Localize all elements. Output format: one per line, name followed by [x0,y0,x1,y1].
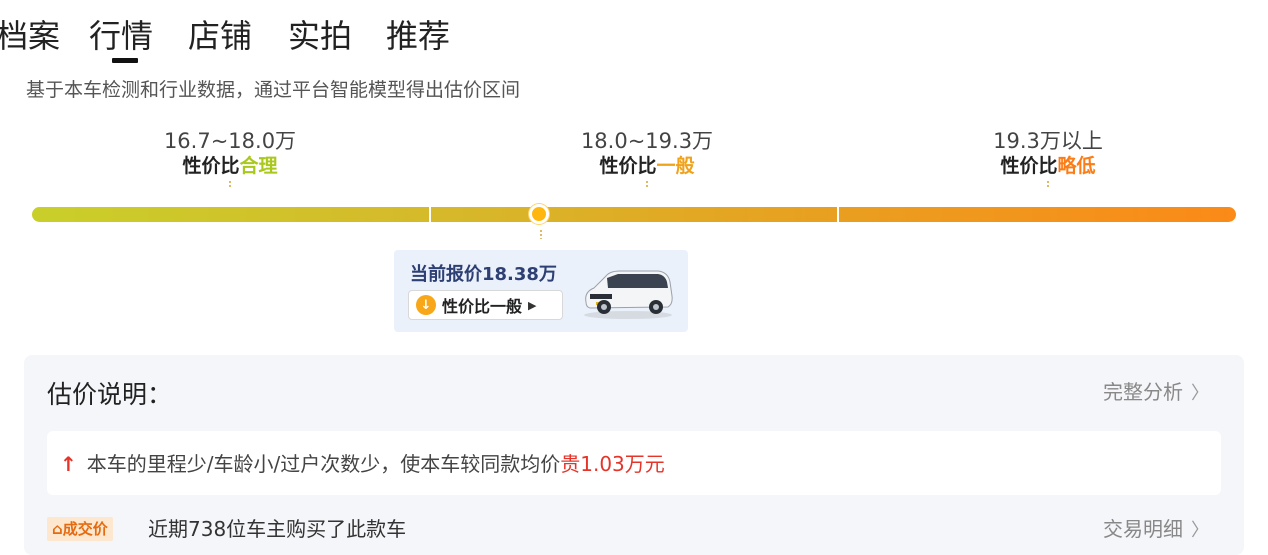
bar-divider [429,207,431,222]
rating-prefix: 性价比 [1000,155,1058,177]
arrow-up-icon: ↑ [60,452,77,476]
full-analysis-label: 完整分析 [1103,380,1183,404]
value-rating: 性价比一般 [537,154,757,178]
value-rating: 性价比略低 [938,154,1158,178]
range-text: 16.7~18.0万 [163,129,297,153]
tab-market[interactable]: 行情 [89,14,153,58]
panel-title: 估价说明： [47,380,173,409]
dotted-connector [229,180,231,188]
deal-tag-icon: ⌂ [52,520,63,538]
deal-tag-label: 成交价 [62,520,108,538]
chevron-right-icon: 〉 [1191,383,1209,404]
tab-photos[interactable]: 实拍 [288,14,352,58]
marker-connector [540,229,542,239]
car-thumbnail [584,270,673,319]
price-note: ↑ 本车的里程少/车龄小/过户次数少，使本车较同款均价贵1.03万元 [60,450,665,478]
dotted-connector [646,180,648,188]
deal-count-text: 近期738位车主购买了此款车 [148,517,407,541]
deal-price-tag: ⌂成交价 [47,517,113,541]
valuation-description: 基于本车检测和行业数据，通过平台智能模型得出估价区间 [26,79,521,101]
rating-grade: 一般 [656,155,695,177]
tab-archive[interactable]: 档案 [0,14,60,58]
dotted-connector [1047,180,1049,188]
rating-grade: 合理 [239,155,278,177]
rating-prefix: 性价比 [599,155,657,177]
price-range-bar [32,207,1236,222]
chevron-right-icon: 〉 [1191,520,1209,541]
rating-grade: 略低 [1057,155,1096,177]
full-analysis-link[interactable]: 完整分析〉 [1103,378,1209,408]
tab-recommend[interactable]: 推荐 [386,14,450,58]
range-text: 18.0~19.3万 [580,129,714,153]
note-text: 本车的里程少/车龄小/过户次数少，使本车较同款均价 [86,452,561,476]
value-rating-text: 性价比一般 [442,297,523,316]
current-price-label: 当前报价18.38万 [410,264,557,285]
down-arrow-icon: ↓ [416,295,436,315]
transaction-details-link[interactable]: 交易明细〉 [1103,515,1209,545]
value-rating: 性价比合理 [120,154,340,178]
range-text: 19.3万以上 [993,129,1103,153]
price-range-fair: 16.7~18.0万 性价比合理 [120,128,340,188]
play-triangle-icon: ▶ [528,298,537,312]
price-range-average: 18.0~19.3万 性价比一般 [537,128,757,188]
transaction-details-label: 交易明细 [1103,517,1183,541]
bar-divider [837,207,839,222]
active-tab-indicator [112,58,138,63]
rating-prefix: 性价比 [182,155,240,177]
note-highlight: 贵1.03万元 [560,452,665,476]
price-range-low: 19.3万以上 性价比略低 [938,128,1158,188]
current-price-marker [529,204,549,224]
tab-store[interactable]: 店铺 [188,14,252,58]
value-rating-button[interactable]: ↓ 性价比一般 ▶ [408,290,563,320]
